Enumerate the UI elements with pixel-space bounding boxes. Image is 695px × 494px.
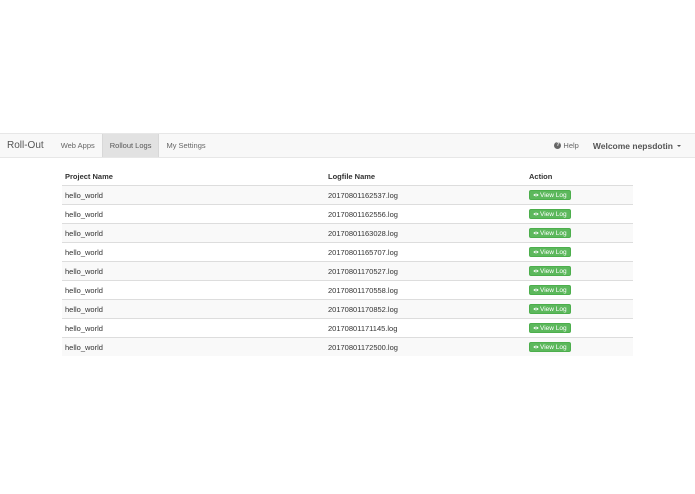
- table-row: hello_world 20170801170558.log View Log: [62, 280, 633, 300]
- logfile-name-cell: 20170801172500.log: [325, 337, 526, 356]
- table-header-row: Project Name Logfile Name Action: [62, 168, 633, 186]
- view-log-button[interactable]: View Log: [529, 304, 571, 314]
- table-row: hello_world 20170801162537.log View Log: [62, 185, 633, 205]
- eye-icon: [533, 288, 539, 292]
- header-project-name: Project Name: [62, 168, 325, 186]
- action-cell: View Log: [526, 242, 633, 262]
- logfile-name-cell: 20170801170527.log: [325, 261, 526, 281]
- project-name-cell: hello_world: [62, 242, 325, 262]
- project-name-cell: hello_world: [62, 280, 325, 300]
- view-log-button[interactable]: View Log: [529, 266, 571, 276]
- top-navbar: Roll-Out Web Apps Rollout Logs My Settin…: [0, 133, 695, 158]
- header-action: Action: [526, 168, 633, 186]
- project-name-cell: hello_world: [62, 185, 325, 205]
- action-cell: View Log: [526, 318, 633, 338]
- brand-logo[interactable]: Roll-Out: [0, 134, 51, 157]
- eye-icon: [533, 212, 539, 216]
- eye-icon: [533, 326, 539, 330]
- logfile-name-cell: 20170801171145.log: [325, 318, 526, 338]
- logfile-name-cell: 20170801162537.log: [325, 185, 526, 205]
- header-logfile-name: Logfile Name: [325, 168, 526, 186]
- view-log-button[interactable]: View Log: [529, 190, 571, 200]
- project-name-cell: hello_world: [62, 337, 325, 356]
- navbar-right: ? Help Welcome nepsdotin: [547, 134, 695, 157]
- view-log-label: View Log: [540, 267, 567, 275]
- table-row: hello_world 20170801162556.log View Log: [62, 204, 633, 224]
- action-cell: View Log: [526, 280, 633, 300]
- table-body: hello_world 20170801162537.log View Log hel…: [62, 185, 633, 356]
- logfile-name-cell: 20170801170558.log: [325, 280, 526, 300]
- view-log-label: View Log: [540, 324, 567, 332]
- help-label: Help: [563, 141, 579, 150]
- table-row: hello_world 20170801165707.log View Log: [62, 242, 633, 262]
- eye-icon: [533, 307, 539, 311]
- question-circle-icon: ?: [554, 142, 562, 149]
- action-cell: View Log: [526, 185, 633, 205]
- welcome-label: Welcome nepsdotin: [592, 140, 673, 151]
- project-name-cell: hello_world: [62, 299, 325, 319]
- view-log-button[interactable]: View Log: [529, 342, 571, 352]
- action-cell: View Log: [526, 337, 633, 356]
- action-cell: View Log: [526, 204, 633, 224]
- help-link[interactable]: ? Help: [547, 134, 585, 157]
- view-log-label: View Log: [540, 305, 567, 313]
- eye-icon: [533, 269, 539, 273]
- table-row: hello_world 20170801170527.log View Log: [62, 261, 633, 281]
- view-log-label: View Log: [540, 229, 567, 237]
- view-log-label: View Log: [540, 191, 567, 199]
- rollout-logs-table: Project Name Logfile Name Action hello_w…: [62, 168, 633, 356]
- table-row: hello_world 20170801172500.log View Log: [62, 337, 633, 356]
- project-name-cell: hello_world: [62, 318, 325, 338]
- view-log-label: View Log: [540, 210, 567, 218]
- logfile-name-cell: 20170801170852.log: [325, 299, 526, 319]
- nav-web-apps[interactable]: Web Apps: [54, 134, 102, 157]
- logfile-name-cell: 20170801162556.log: [325, 204, 526, 224]
- nav-rollout-logs[interactable]: Rollout Logs: [101, 134, 160, 157]
- eye-icon: [533, 250, 539, 254]
- action-cell: View Log: [526, 223, 633, 243]
- project-name-cell: hello_world: [62, 223, 325, 243]
- eye-icon: [533, 345, 539, 349]
- action-cell: View Log: [526, 261, 633, 281]
- project-name-cell: hello_world: [62, 261, 325, 281]
- view-log-button[interactable]: View Log: [529, 228, 571, 238]
- view-log-label: View Log: [540, 248, 567, 256]
- view-log-label: View Log: [540, 286, 567, 294]
- view-log-button[interactable]: View Log: [529, 285, 571, 295]
- view-log-label: View Log: [540, 343, 567, 351]
- nav-my-settings[interactable]: My Settings: [159, 134, 212, 157]
- table-row: hello_world 20170801170852.log View Log: [62, 299, 633, 319]
- eye-icon: [533, 193, 539, 197]
- view-log-button[interactable]: View Log: [529, 247, 571, 257]
- action-cell: View Log: [526, 299, 633, 319]
- caret-down-icon: [677, 144, 681, 147]
- view-log-button[interactable]: View Log: [529, 323, 571, 333]
- table-row: hello_world 20170801171145.log View Log: [62, 318, 633, 338]
- table-row: hello_world 20170801163028.log View Log: [62, 223, 633, 243]
- eye-icon: [533, 231, 539, 235]
- view-log-button[interactable]: View Log: [529, 209, 571, 219]
- logfile-name-cell: 20170801165707.log: [325, 242, 526, 262]
- logfile-name-cell: 20170801163028.log: [325, 223, 526, 243]
- user-menu-dropdown[interactable]: Welcome nepsdotin: [586, 134, 695, 157]
- project-name-cell: hello_world: [62, 204, 325, 224]
